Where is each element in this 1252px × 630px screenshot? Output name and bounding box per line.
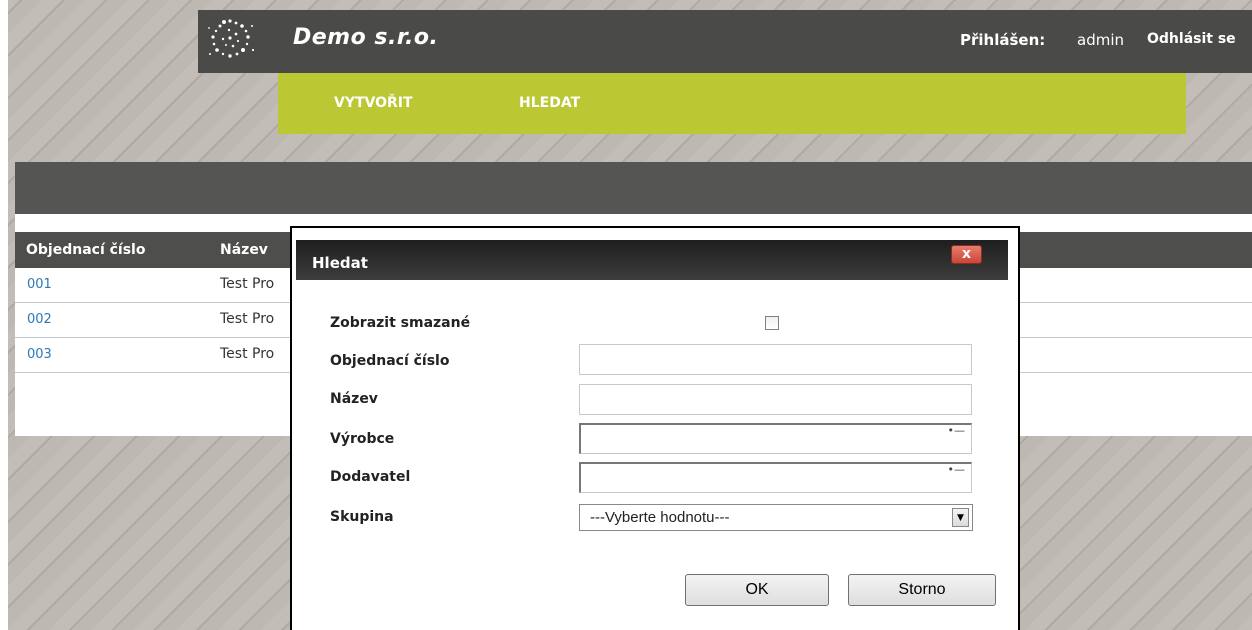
logout-link[interactable]: Odhlásit se bbox=[1147, 31, 1236, 47]
chevron-down-icon[interactable]: ▼ bbox=[952, 508, 969, 527]
logo-icon bbox=[200, 10, 268, 73]
supplier-field[interactable]: •— bbox=[579, 462, 972, 493]
group-label: Skupina bbox=[330, 509, 394, 525]
product-name: Test Pro bbox=[220, 346, 275, 362]
group-selected-value: ---Vyberte hodnotu--- bbox=[590, 509, 730, 526]
user-name: admin bbox=[1077, 31, 1124, 49]
close-icon[interactable]: x bbox=[951, 245, 982, 264]
name-field[interactable] bbox=[579, 384, 972, 415]
column-name[interactable]: Název bbox=[220, 242, 268, 258]
company-name: Demo s.r.o. bbox=[293, 25, 439, 50]
product-name: Test Pro bbox=[220, 311, 275, 327]
name-label: Název bbox=[330, 391, 378, 407]
dialog-title: Hledat bbox=[312, 254, 368, 272]
manufacturer-field[interactable]: •— bbox=[579, 423, 972, 454]
order-number-label: Objednací číslo bbox=[330, 353, 450, 369]
column-order-number[interactable]: Objednací číslo bbox=[26, 242, 145, 258]
left-edge bbox=[0, 0, 8, 630]
logged-in-label: Přihlášen: bbox=[960, 31, 1046, 49]
show-deleted-checkbox[interactable] bbox=[765, 316, 779, 330]
supplier-label: Dodavatel bbox=[330, 469, 411, 485]
product-name: Test Pro bbox=[220, 276, 275, 292]
order-number-link[interactable]: 002 bbox=[27, 312, 52, 327]
manufacturer-label: Výrobce bbox=[330, 431, 395, 447]
main-nav: VYTVOŘIT HLEDAT bbox=[278, 73, 1186, 134]
group-select[interactable]: ---Vyberte hodnotu--- ▼ bbox=[579, 504, 973, 531]
dialog-titlebar[interactable] bbox=[296, 240, 1008, 280]
nav-search[interactable]: HLEDAT bbox=[519, 95, 580, 111]
show-deleted-label: Zobrazit smazané bbox=[330, 315, 471, 331]
list-lookup-icon[interactable]: •— bbox=[948, 425, 966, 436]
list-lookup-icon[interactable]: •— bbox=[948, 464, 966, 475]
nav-create[interactable]: VYTVOŘIT bbox=[334, 95, 413, 111]
order-number-link[interactable]: 003 bbox=[27, 347, 52, 362]
cancel-button[interactable]: Storno bbox=[848, 574, 996, 606]
content-header-bar bbox=[15, 162, 1252, 214]
ok-button[interactable]: OK bbox=[685, 574, 829, 606]
order-number-field[interactable] bbox=[579, 344, 972, 375]
order-number-link[interactable]: 001 bbox=[27, 277, 52, 292]
search-dialog: Hledat x Zobrazit smazané Objednací čísl… bbox=[290, 226, 1020, 630]
